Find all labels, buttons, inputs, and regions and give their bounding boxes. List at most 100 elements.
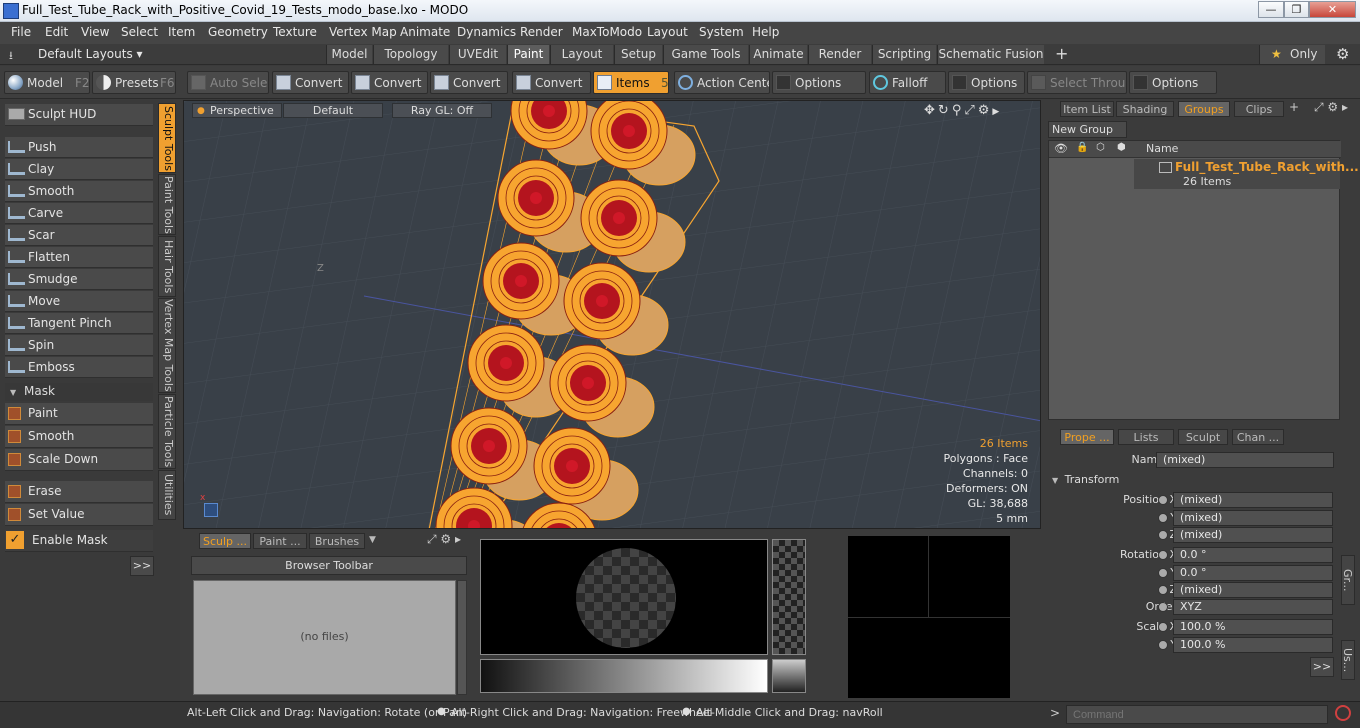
dropdown-arrow-icon[interactable]: ▼ xyxy=(369,535,376,545)
name-field[interactable]: (mixed) xyxy=(1156,452,1334,468)
menu-select[interactable]: Select xyxy=(121,25,158,39)
3d-viewport[interactable]: ● Perspective Default Ray GL: Off ✥↻⚲⤢⚙▶… xyxy=(183,100,1041,529)
panel-expand-gear-icons[interactable]: ⤢ ⚙ ▸ xyxy=(1314,100,1348,115)
tab-game-tools[interactable]: Game Tools xyxy=(663,45,748,64)
tab-topology[interactable]: Topology xyxy=(373,45,448,64)
items-mode-button[interactable]: Items 5 xyxy=(593,71,669,94)
menu-vertex-map[interactable]: Vertex Map xyxy=(329,25,397,39)
tool-clay[interactable]: Clay xyxy=(5,159,153,180)
gradient-bar[interactable] xyxy=(480,659,768,693)
rotate-view-icon[interactable]: ↻ xyxy=(938,103,952,118)
sculpt-hud-button[interactable]: Sculpt HUD xyxy=(5,104,153,126)
tab-properties[interactable]: Prope ... xyxy=(1060,429,1114,445)
tab-render[interactable]: Render xyxy=(808,45,871,64)
tool-smudge[interactable]: Smudge xyxy=(5,269,153,290)
viewport-arrow-icon[interactable]: ▶ xyxy=(992,107,1002,117)
shading-style-dropdown[interactable]: Default xyxy=(283,103,383,118)
select-through-button[interactable]: Select Through xyxy=(1027,71,1127,94)
viewport-gear-icon[interactable]: ⚙ xyxy=(978,103,993,118)
mask-tool-smooth[interactable]: Smooth xyxy=(5,426,153,448)
vtab-hair-tools[interactable]: Hair Tools xyxy=(158,236,176,297)
action-center-button[interactable]: Action Center xyxy=(674,71,770,94)
select-icon[interactable]: ⬢ xyxy=(1117,142,1126,153)
model-mode-button[interactable]: Model F2 xyxy=(4,71,90,94)
tab-setup[interactable]: Setup xyxy=(614,45,662,64)
prop-value-field[interactable]: (mixed) xyxy=(1173,527,1333,543)
keyframe-dot-icon[interactable] xyxy=(1158,550,1168,560)
close-button[interactable]: ✕ xyxy=(1309,1,1356,18)
keyframe-dot-icon[interactable] xyxy=(1158,513,1168,523)
tab-model[interactable]: Model xyxy=(326,45,372,64)
menu-item[interactable]: Item xyxy=(168,25,195,39)
vtab-sculpt-tools[interactable]: Sculpt Tools xyxy=(158,103,176,173)
add-tab-icon[interactable]: + xyxy=(1289,100,1299,114)
tab-brushes[interactable]: Brushes xyxy=(309,533,365,549)
tool-scar[interactable]: Scar xyxy=(5,225,153,246)
menu-render[interactable]: Render xyxy=(520,25,563,39)
tab-paint[interactable]: Paint xyxy=(507,45,549,64)
prop-value-field[interactable]: 0.0 ° xyxy=(1173,565,1333,581)
tab-schematic-fusion[interactable]: Schematic Fusion xyxy=(937,45,1044,64)
keyframe-dot-icon[interactable] xyxy=(1158,585,1168,595)
enable-mask-toggle[interactable]: ✓ Enable Mask xyxy=(5,530,153,552)
only-filter-button[interactable]: ★ Only xyxy=(1259,45,1325,64)
keyframe-dot-icon[interactable] xyxy=(1158,622,1168,632)
browser-scrollbar[interactable] xyxy=(457,580,467,695)
tool-emboss[interactable]: Emboss xyxy=(5,357,153,378)
tool-spin[interactable]: Spin xyxy=(5,335,153,356)
prop-value-field[interactable]: (mixed) xyxy=(1173,582,1333,598)
expand-panel-button[interactable]: >> xyxy=(130,556,154,576)
menu-texture[interactable]: Texture xyxy=(273,25,317,39)
eye-icon[interactable]: 👁 xyxy=(1054,142,1068,155)
tool-push[interactable]: Push xyxy=(5,137,153,158)
vtab-groups[interactable]: Gr... xyxy=(1341,555,1355,605)
menu-view[interactable]: View xyxy=(81,25,109,39)
default-layouts-dropdown[interactable]: Default Layouts ▾ xyxy=(38,47,143,61)
presets-button[interactable]: Presets F6 xyxy=(92,71,176,94)
move-view-icon[interactable]: ✥ xyxy=(924,103,938,118)
minimize-button[interactable]: — xyxy=(1258,1,1284,18)
render-icon[interactable]: ⬡ xyxy=(1096,142,1105,153)
zoom-view-icon[interactable]: ⚲ xyxy=(952,103,965,118)
keyframe-dot-icon[interactable] xyxy=(1158,640,1168,650)
vtab-paint-tools[interactable]: Paint Tools xyxy=(158,174,176,235)
prop-value-field[interactable]: XYZ xyxy=(1173,599,1333,615)
mask-tool-paint[interactable]: Paint xyxy=(5,403,153,425)
tool-carve[interactable]: Carve xyxy=(5,203,153,224)
keyframe-dot-icon[interactable] xyxy=(1158,568,1168,578)
tool-flatten[interactable]: Flatten xyxy=(5,247,153,268)
group-row[interactable]: Full_Test_Tube_Rack_with... 26 Items xyxy=(1134,159,1359,189)
fit-view-icon[interactable]: ⤢ xyxy=(964,103,977,118)
keyframe-dot-icon[interactable] xyxy=(1158,530,1168,540)
tab-shading[interactable]: Shading xyxy=(1116,101,1174,117)
prop-value-field[interactable]: (mixed) xyxy=(1173,510,1333,526)
tab-animate[interactable]: Animate xyxy=(749,45,807,64)
perspective-dropdown[interactable]: ● Perspective xyxy=(192,103,282,118)
tab-clips[interactable]: Clips xyxy=(1234,101,1284,117)
vtab-particle-tools[interactable]: Particle Tools xyxy=(158,394,176,469)
menu-help[interactable]: Help xyxy=(752,25,779,39)
file-browser-area[interactable]: (no files) xyxy=(193,580,456,695)
ray-gl-toggle[interactable]: Ray GL: Off xyxy=(392,103,492,118)
menu-edit[interactable]: Edit xyxy=(45,25,68,39)
record-icon[interactable] xyxy=(1335,705,1351,721)
convert-edges-button[interactable]: Convert xyxy=(351,71,428,94)
tab-scripting[interactable]: Scripting xyxy=(872,45,936,64)
name-column-header[interactable]: Name xyxy=(1146,142,1178,155)
menu-file[interactable]: File xyxy=(11,25,31,39)
prop-value-field[interactable]: 0.0 ° xyxy=(1173,547,1333,563)
keyframe-dot-icon[interactable] xyxy=(1158,602,1168,612)
action-center-options-button[interactable]: Options xyxy=(772,71,866,94)
gear-icon[interactable]: ⚙ xyxy=(1336,45,1349,63)
menu-geometry[interactable]: Geometry xyxy=(208,25,268,39)
tab-sculpt-presets[interactable]: Sculp ... xyxy=(199,533,251,549)
erase-button[interactable]: Erase xyxy=(5,481,153,503)
command-input[interactable] xyxy=(1066,705,1328,724)
tab-lists[interactable]: Lists xyxy=(1118,429,1174,445)
properties-expand-button[interactable]: >> xyxy=(1310,657,1334,677)
tool-tangent-pinch[interactable]: Tangent Pinch xyxy=(5,313,153,334)
convert-materials-button[interactable]: Convert xyxy=(512,71,591,94)
tab-paint-presets[interactable]: Paint ... xyxy=(253,533,307,549)
panel-options-icons[interactable]: ⤢ ⚙ ▸ xyxy=(427,532,461,547)
layout-pin-icon[interactable]: ⭳ xyxy=(9,47,13,66)
